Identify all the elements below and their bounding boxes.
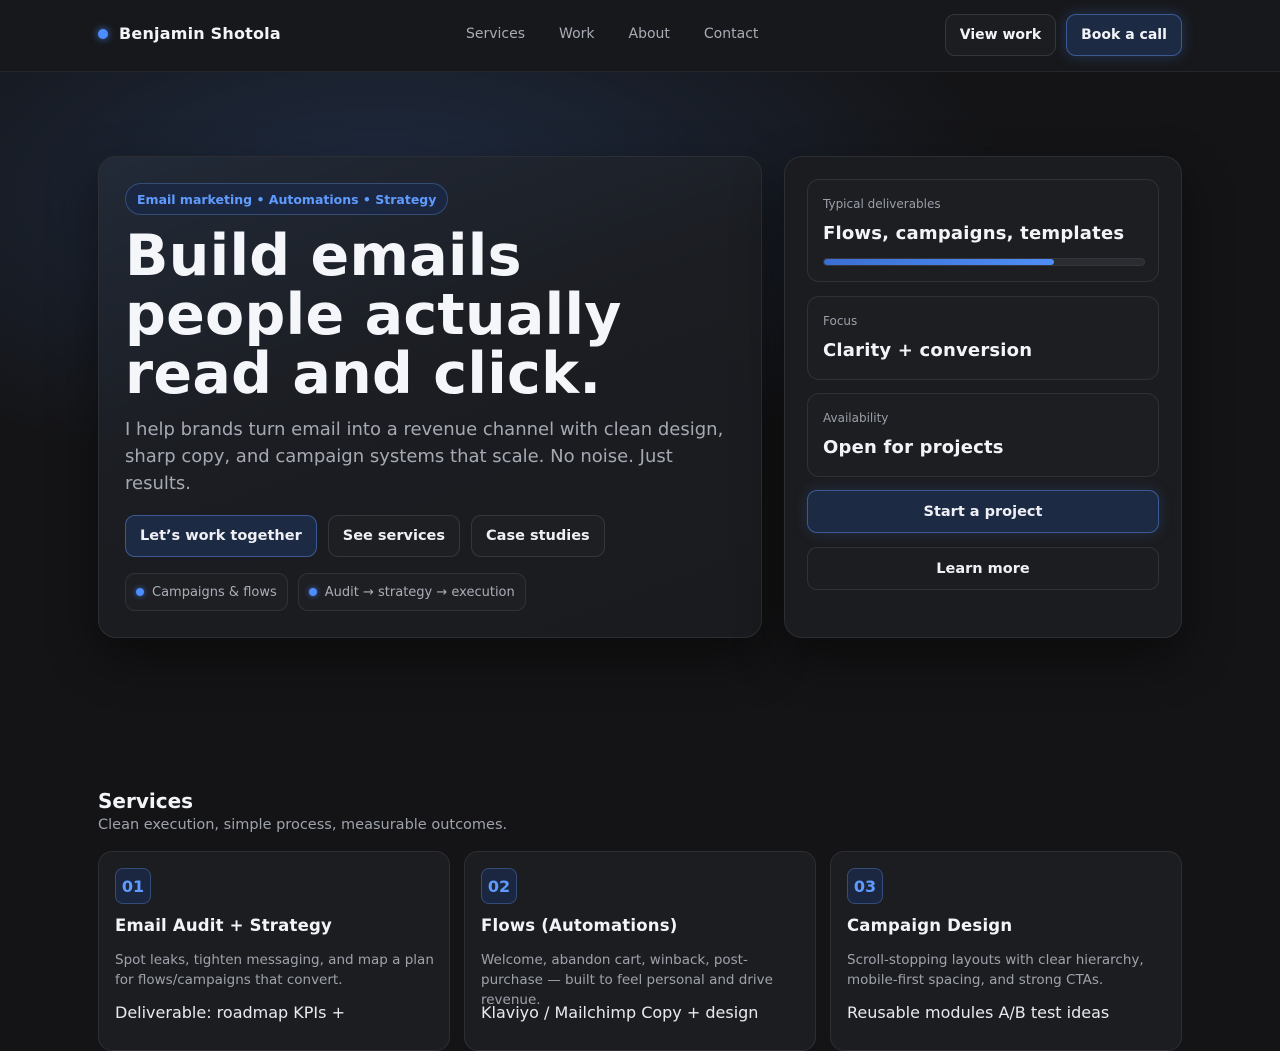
service-description: Spot leaks, tighten messaging, and map a… [115,952,434,988]
chip-label: Campaigns & flows [152,584,277,600]
chip-process: Audit → strategy → execution [297,573,526,611]
chip-campaigns: Campaigns & flows [125,573,288,611]
main-nav: Services Work About Contact [466,26,792,42]
stat-label: Availability [823,411,889,425]
chip-label: Audit → strategy → execution [324,584,515,600]
service-card-flows[interactable]: 02 Flows (Automations) Welcome, abandon … [464,851,816,1051]
brand[interactable]: Benjamin Shotola [96,24,281,43]
hero-cta-row: Let’s work together See services Case st… [125,515,616,557]
service-details: Reusable modules A/B test ideas [847,1003,1110,1022]
stat-focus: Focus Clarity + conversion [807,296,1159,380]
deliverables-progress-bar [823,258,1145,266]
stat-label: Focus [823,314,858,328]
hero-card: Email marketing • Automations • Strategy… [98,156,762,638]
view-work-button[interactable]: View work [945,14,1056,56]
hero-title: Build emails people actually read and cl… [125,223,622,407]
book-call-button[interactable]: Book a call [1066,14,1182,56]
service-title: Flows (Automations) [481,916,678,935]
service-details: Deliverable: roadmap KPIs + [115,1003,345,1022]
service-number-badge: 03 [847,868,883,904]
service-details: Klaviyo / Mailchimp Copy + design [481,1003,759,1022]
service-description: Scroll-stopping layouts with clear hiera… [847,952,1144,988]
dot-icon [136,588,144,596]
stat-deliverables: Typical deliverables Flows, campaigns, t… [807,179,1159,282]
services-subheading: Clean execution, simple process, measura… [98,817,508,833]
hero-chip-row: Campaigns & flows Audit → strategy → exe… [125,573,536,611]
dot-icon [308,588,317,596]
info-side-card: Typical deliverables Flows, campaigns, t… [784,156,1182,638]
service-description: Welcome, abandon cart, winback, post-pur… [481,952,773,1008]
hero-tag-pill: Email marketing • Automations • Strategy [125,183,449,215]
nav-about[interactable]: About [629,26,670,42]
service-title: Campaign Design [847,916,1013,935]
hero-subtitle: I help brands turn email into a revenue … [125,419,724,494]
site-header: Benjamin Shotola Services Work About Con… [0,0,1280,72]
stat-availability: Availability Open for projects [807,393,1159,477]
stat-value: Open for projects [823,437,1004,458]
start-project-button[interactable]: Start a project [807,490,1159,533]
brand-name: Benjamin Shotola [119,24,281,43]
stat-value: Flows, campaigns, templates [823,223,1125,244]
nav-work[interactable]: Work [559,26,594,42]
services-heading: Services [98,789,194,813]
service-title: Email Audit + Strategy [115,916,332,935]
service-card-audit[interactable]: 01 Email Audit + Strategy Spot leaks, ti… [98,851,450,1051]
service-number-badge: 02 [481,868,517,904]
learn-more-button[interactable]: Learn more [807,547,1159,590]
service-card-campaign-design[interactable]: 03 Campaign Design Scroll-stopping layou… [830,851,1182,1051]
progress-fill [824,259,1055,265]
stat-value: Clarity + conversion [823,340,1033,361]
brand-dot-icon [98,28,108,39]
service-number-badge: 01 [115,868,151,904]
case-studies-button[interactable]: Case studies [471,515,605,557]
work-together-button[interactable]: Let’s work together [125,515,317,557]
nav-services[interactable]: Services [466,26,525,42]
nav-contact[interactable]: Contact [704,26,758,42]
see-services-button[interactable]: See services [327,515,461,557]
stat-label: Typical deliverables [823,197,941,211]
